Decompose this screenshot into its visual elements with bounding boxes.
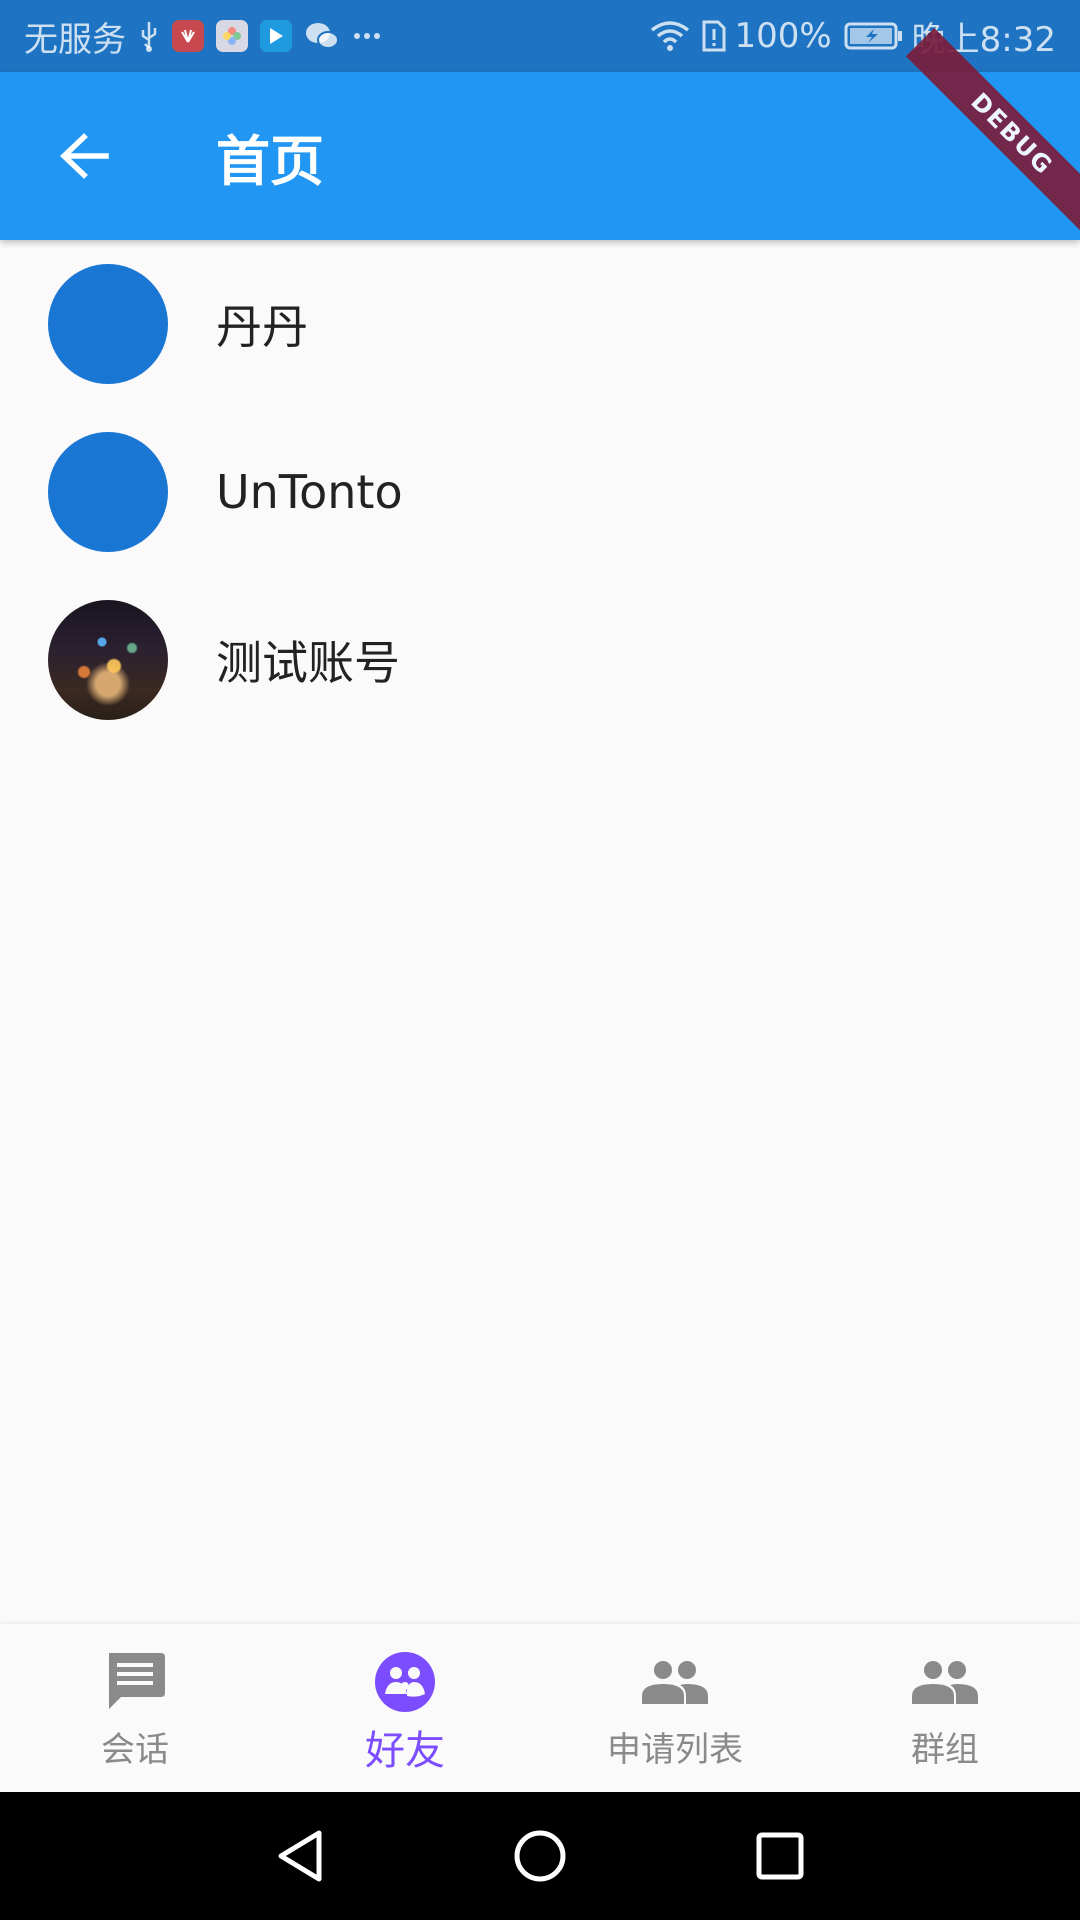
avatar	[48, 264, 168, 384]
more-icon	[352, 31, 382, 41]
system-home-button[interactable]	[420, 1792, 660, 1920]
contact-name: 丹丹	[216, 300, 308, 354]
nav-label: 申请列表	[607, 1730, 743, 1770]
status-left: 无服务	[24, 12, 382, 61]
huawei-app-icon	[172, 20, 204, 52]
system-back-button[interactable]	[180, 1792, 420, 1920]
nav-item-requests[interactable]: 申请列表	[540, 1624, 810, 1792]
arrow-back-icon	[60, 133, 109, 179]
chat-icon	[103, 1648, 167, 1716]
app-bar: 首页 DEBUG	[0, 27, 1080, 241]
contact-name: UnTonto	[216, 465, 403, 519]
square-recents-icon	[756, 1832, 804, 1880]
battery-percent: 100%	[734, 16, 832, 56]
sim-alert-icon	[702, 20, 726, 52]
contact-item[interactable]: 丹丹	[0, 240, 1080, 408]
usb-icon	[138, 20, 160, 52]
page-title: 首页	[216, 129, 324, 193]
circle-home-icon	[514, 1830, 566, 1882]
system-navigation-bar	[0, 1792, 1080, 1920]
screen: 无服务 100% 晚上8:32 首页 DEBUG 丹丹 UnTonto 测试账号…	[0, 0, 1080, 1920]
wifi-icon	[650, 20, 690, 52]
people-icon	[640, 1648, 710, 1716]
avatar	[48, 432, 168, 552]
group-icon	[910, 1648, 980, 1716]
carrier-text: 无服务	[24, 19, 126, 60]
contact-item[interactable]: 测试账号	[0, 576, 1080, 744]
nav-label: 会话	[101, 1730, 169, 1770]
nav-item-friends[interactable]: 好友	[270, 1624, 540, 1792]
avatar-photo	[48, 600, 168, 720]
nav-item-groups[interactable]: 群组	[810, 1624, 1080, 1792]
contact-item[interactable]: UnTonto	[0, 408, 1080, 576]
wechat-icon	[304, 21, 340, 51]
nav-label: 好友	[365, 1728, 445, 1774]
gallery-app-icon	[216, 20, 248, 52]
contact-name: 测试账号	[216, 636, 400, 690]
back-button[interactable]	[0, 72, 168, 240]
friends-icon	[373, 1648, 437, 1716]
triangle-back-icon	[278, 1830, 322, 1882]
video-app-icon	[260, 20, 292, 52]
battery-charging-icon	[844, 21, 904, 51]
status-right: 100% 晚上8:32	[638, 12, 1056, 61]
nav-item-chats[interactable]: 会话	[0, 1624, 270, 1792]
nav-label: 群组	[911, 1730, 979, 1770]
system-recents-button[interactable]	[660, 1792, 900, 1920]
bottom-navigation: 会话 好友 申请列表 群组	[0, 1624, 1080, 1792]
contact-list: 丹丹 UnTonto 测试账号	[0, 240, 1080, 744]
